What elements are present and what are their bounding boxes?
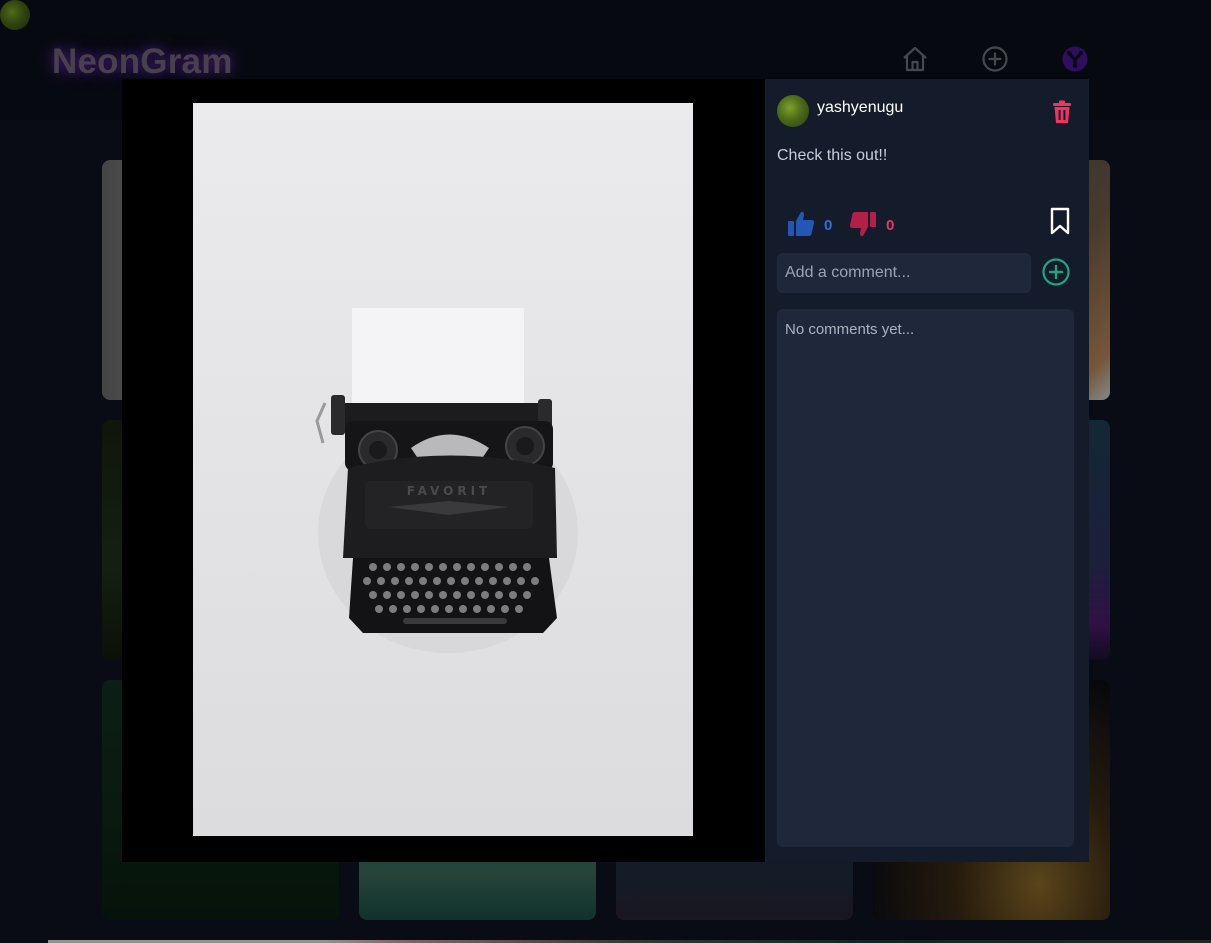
post-details-panel: yashyenugu Check this out!! 0 0 Add a co… (765, 79, 1089, 862)
like-count: 0 (824, 217, 833, 234)
typewriter-illustration: FAVORIT (193, 103, 693, 836)
photo-panel: FAVORIT (122, 79, 765, 862)
bookmark-icon[interactable] (1048, 207, 1072, 235)
post-image: FAVORIT (193, 103, 693, 836)
comments-list[interactable]: No comments yet... (777, 309, 1074, 847)
post-caption: Check this out!! (777, 147, 888, 164)
author-avatar[interactable] (777, 95, 809, 127)
thumbs-up-icon[interactable] (787, 209, 815, 237)
post-modal: FAVORIT yashyenugu Check this out!! 0 0 … (122, 79, 1089, 862)
thumbs-down-icon[interactable] (849, 211, 877, 239)
trash-icon[interactable] (1051, 100, 1073, 124)
author-username[interactable]: yashyenugu (817, 99, 903, 117)
svg-text:FAVORIT: FAVORIT (407, 484, 491, 498)
add-comment-icon[interactable] (1041, 257, 1071, 287)
empty-comments-message: No comments yet... (785, 321, 915, 338)
comment-input[interactable] (777, 253, 1031, 293)
dislike-count: 0 (886, 217, 895, 234)
